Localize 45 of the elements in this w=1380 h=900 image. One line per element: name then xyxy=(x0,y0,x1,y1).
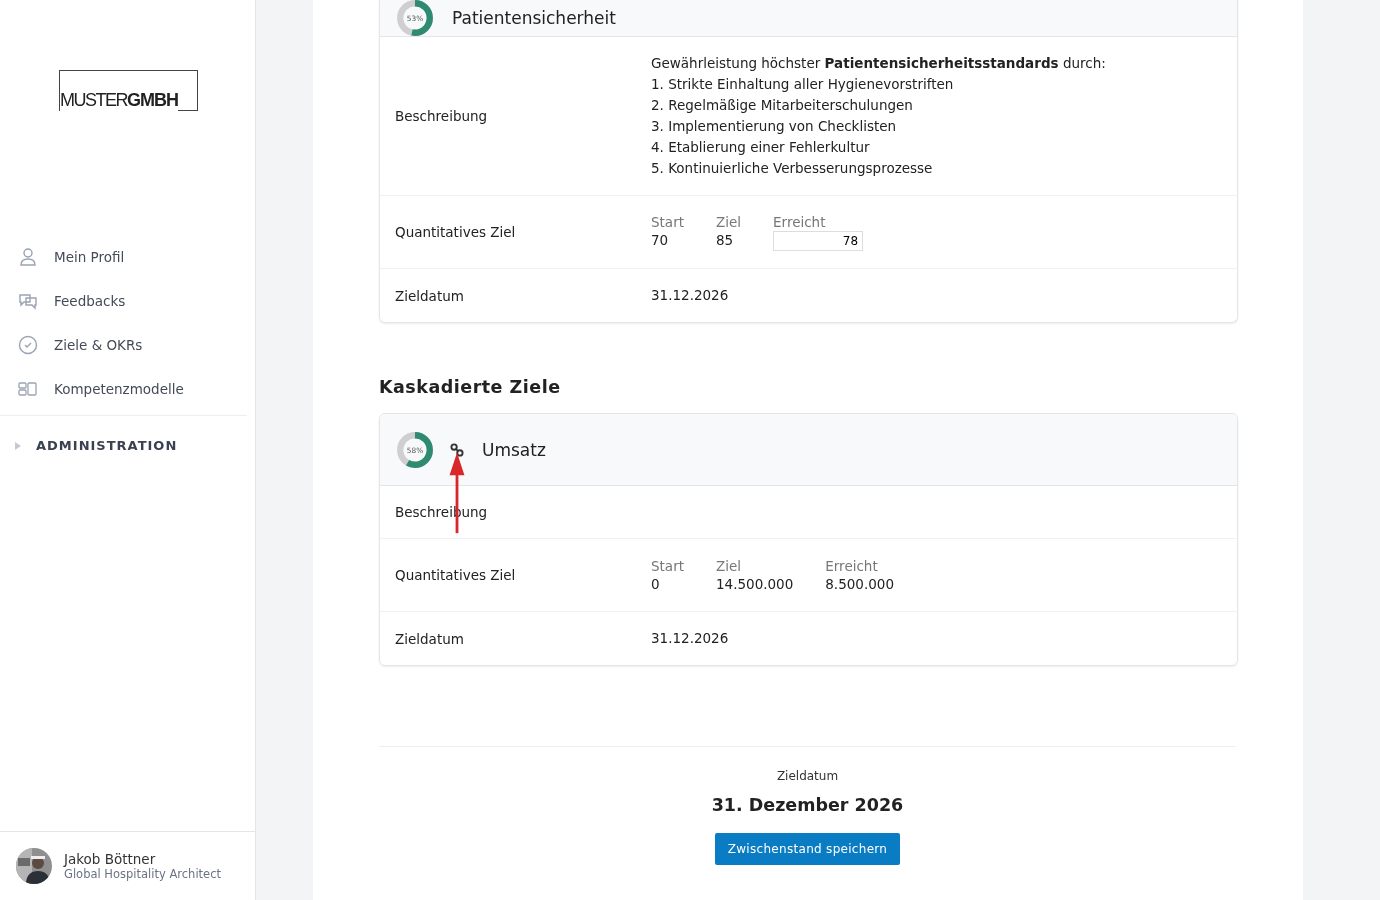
metric-value: 14.500.000 xyxy=(716,576,794,592)
nav-item[interactable]: Feedbacks xyxy=(8,279,239,323)
caret-icon xyxy=(14,441,22,450)
chat-icon xyxy=(18,291,38,311)
metric-heading: Erreicht xyxy=(773,213,827,230)
list-item: 4. Etablierung einer Fehlerkultur xyxy=(651,138,871,157)
blocks-icon xyxy=(18,379,38,399)
metric-value: 8.500.000 xyxy=(825,576,894,592)
field-label: Zieldatum xyxy=(395,287,465,304)
logo: MUSTERGMBH xyxy=(59,70,198,111)
list-item: 1. Strikte Einhaltung aller Hygienevorstriften xyxy=(651,75,955,94)
nav-item[interactable]: Ziele & OKRs xyxy=(8,323,239,367)
section-heading: Kaskadierte Ziele xyxy=(379,377,562,397)
field-label: Beschreibung xyxy=(395,108,489,124)
nav-item[interactable]: Mein Profil xyxy=(8,235,239,279)
list-item: 3. Implementierung von Checklisten xyxy=(651,117,898,136)
save-button[interactable]: Zwischenstand speichern xyxy=(714,833,901,865)
nav-item[interactable]: Kompetenzmodelle xyxy=(8,367,239,411)
user-name: Jakob Böttner xyxy=(64,851,157,867)
metric-heading: Start xyxy=(651,558,684,574)
metric-value: 85 xyxy=(716,231,735,248)
field-value: 31.12.2026 xyxy=(651,286,729,305)
user-role: Global Hospitality Architect xyxy=(64,867,221,881)
target-date: 31. Dezember 2026 xyxy=(711,795,904,815)
list-item: 2. Regelmäßige Mitarbeiterschulungen xyxy=(651,96,914,115)
field-value: 31.12.2026 xyxy=(651,629,729,648)
metric-value: 70 xyxy=(651,231,670,248)
link-icon[interactable] xyxy=(450,442,464,457)
metric-heading: Erreicht xyxy=(825,558,879,574)
field-value: Gewährleistung höchster Patientensicherheitsstandards durch: xyxy=(651,54,1106,73)
field-label: Zieldatum xyxy=(395,630,465,647)
metric-heading: Start xyxy=(651,213,684,230)
footer-label: Zieldatum xyxy=(776,769,839,783)
user-icon xyxy=(18,247,38,267)
check-circle-icon xyxy=(18,335,38,355)
field-label: Quantitatives Ziel xyxy=(395,567,517,583)
achieved-input[interactable]: 78 xyxy=(773,230,864,251)
metric-heading: Ziel xyxy=(716,213,742,230)
metric-value: 0 xyxy=(651,576,661,592)
goal-title: Patientensicherheit xyxy=(452,8,616,28)
metric-heading: Ziel xyxy=(716,558,743,574)
list-item: 5. Kontinuierliche Verbesserungsprozesse xyxy=(651,159,934,178)
field-label: Quantitatives Ziel xyxy=(395,224,517,240)
admin-section-toggle[interactable]: ADMINISTRATION xyxy=(0,416,255,453)
goal-title: Umsatz xyxy=(482,439,546,460)
